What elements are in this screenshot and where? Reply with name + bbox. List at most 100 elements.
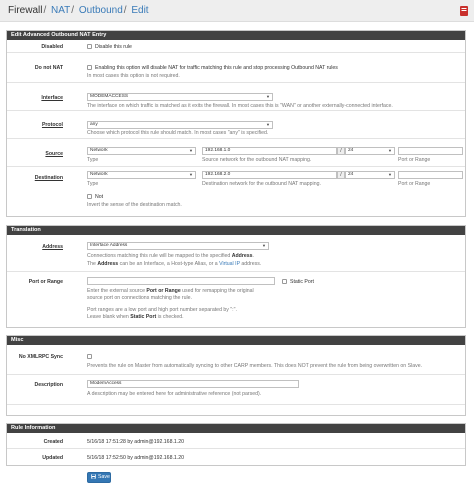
address-hint-2-bold: Address [97, 261, 119, 267]
chevron-down-icon: ▼ [266, 94, 270, 99]
updated-label: Updated [42, 455, 63, 461]
misc-panel-heading: Misc [7, 336, 465, 345]
address-select[interactable]: Interface Address ▼ [87, 242, 269, 250]
interface-row: Interface MODEMACCESS ▼ The interface on … [7, 83, 465, 111]
port-hint-1-bold: Port or Range [146, 288, 181, 294]
donotnat-checkbox[interactable] [87, 65, 92, 70]
breadcrumb-sep: / [71, 5, 75, 16]
protocol-hint: Choose which protocol this rule should m… [87, 130, 269, 136]
destination-label: Destination [34, 175, 63, 181]
description-row: Description ModemAccess A description ma… [7, 375, 465, 405]
destination-address-input[interactable]: 192.168.2.0 [202, 171, 337, 179]
xmlrpc-label: No XMLRPC Sync [18, 354, 63, 360]
disabled-option: Disable this rule [95, 44, 132, 50]
destination-address-hint: Destination network for the outbound NAT… [202, 181, 321, 187]
address-label: Address [42, 244, 63, 250]
source-address-hint: Source network for the outbound NAT mapp… [202, 157, 312, 163]
breadcrumb-sep: / [43, 5, 47, 16]
protocol-label: Protocol [41, 122, 63, 128]
virtual-ip-link[interactable]: Virtual IP [219, 261, 240, 267]
port-hint-1-a: Enter the external source [87, 288, 147, 294]
disabled-checkbox[interactable] [87, 44, 92, 49]
xmlrpc-hint: Prevents the rule on Master from automat… [87, 363, 423, 369]
address-hint-1-text: Connections matching this rule will be m… [87, 253, 232, 259]
destination-port-input[interactable] [398, 171, 463, 179]
donotnat-row: Do not NAT Enabling this option will dis… [7, 53, 465, 83]
translation-panel-heading: Translation [7, 226, 465, 235]
port-hint-4-a: Leave blank when [87, 314, 131, 320]
info-panel: Rule Information Created 5/16/18 17:51:2… [6, 423, 466, 466]
breadcrumb-firewall: Firewall [8, 5, 43, 16]
edit-panel-heading: Edit Advanced Outbound NAT Entry [7, 31, 465, 40]
chevron-down-icon: ▼ [388, 172, 392, 177]
source-type-value: Network [90, 148, 108, 153]
static-port-label: Static Port [290, 279, 314, 285]
destination-type-select[interactable]: Network ▼ [87, 171, 196, 179]
source-port-input[interactable] [398, 147, 463, 155]
destination-row: Destination Network ▼ 192.168.2.0 / 24 ▼ T… [7, 167, 465, 217]
address-hint-2-c: can be an Interface, a Host-type Alias, … [118, 261, 220, 267]
port-row: Port or Range Static Port Enter the exte… [7, 272, 465, 328]
port-hint-3: Port ranges are a low port and high port… [87, 307, 237, 313]
protocol-row: Protocol any ▼ Choose which protocol this… [7, 111, 465, 139]
port-label: Port or Range [28, 279, 63, 285]
disabled-row: Disabled Disable this rule [7, 40, 465, 53]
description-input[interactable]: ModemAccess [87, 380, 299, 388]
interface-hint: The interface on which traffic is matche… [87, 103, 393, 109]
info-panel-heading: Rule Information [7, 424, 465, 433]
port-input[interactable] [87, 277, 275, 285]
donotnat-option: Enabling this option will disable NAT fo… [95, 65, 338, 71]
description-label: Description [34, 382, 63, 388]
port-hint-1: Enter the external source Port or Range … [87, 288, 254, 294]
interface-select[interactable]: MODEMACCESS ▼ [87, 93, 273, 101]
save-label: Save [98, 474, 110, 480]
save-button[interactable]: Save [87, 472, 111, 483]
chevron-down-icon: ▼ [266, 122, 270, 127]
source-slash: / [337, 147, 345, 155]
port-hint-1-c: used for remapping the original [180, 288, 254, 294]
donotnat-hint: In most cases this option is not require… [87, 73, 180, 79]
address-hint-1: Connections matching this rule will be m… [87, 253, 254, 259]
destination-type-hint: Type [87, 181, 99, 187]
updated-row: Updated 5/16/18 17:52:50 by admin@192.16… [7, 449, 465, 465]
address-hint-1-bold: Address [231, 253, 253, 259]
destination-mask-select[interactable]: 24 ▼ [345, 171, 395, 179]
destination-not-label: Not [95, 194, 104, 200]
address-hint-1-end: . [252, 253, 254, 259]
port-hint-4: Leave blank when Static Port is checked. [87, 314, 184, 320]
interface-value: MODEMACCESS [90, 94, 129, 99]
source-mask-select[interactable]: 24 ▼ [345, 147, 395, 155]
xmlrpc-checkbox[interactable] [87, 354, 92, 359]
donotnat-label: Do not NAT [34, 65, 63, 71]
chevron-down-icon: ▼ [262, 243, 266, 248]
description-hint: A description may be entered here for ad… [87, 391, 262, 397]
help-book-icon[interactable] [459, 5, 469, 17]
address-hint-2-a: The [87, 261, 98, 267]
translation-panel: Translation Address Interface Address ▼ C… [6, 225, 466, 328]
source-address-input[interactable]: 192.168.1.0 [202, 147, 337, 155]
destination-not-checkbox[interactable] [87, 194, 92, 199]
misc-panel: Misc No XMLRPC Sync Prevents the rule on… [6, 335, 466, 416]
interface-label: Interface [41, 95, 63, 101]
protocol-select[interactable]: any ▼ [87, 121, 273, 129]
port-hint-4-bold: Static Port [130, 314, 157, 320]
static-port-checkbox[interactable] [282, 279, 287, 284]
breadcrumb-sep: / [123, 5, 127, 16]
page-header: Firewall/ NAT/ Outbound/ Edit [0, 0, 474, 22]
port-hint-2: source port on connections matching the … [87, 295, 192, 301]
source-type-select[interactable]: Network ▼ [87, 147, 196, 155]
source-type-hint: Type [87, 157, 99, 163]
address-row: Address Interface Address ▼ Connections m… [7, 235, 465, 272]
breadcrumb-edit-link[interactable]: Edit [131, 5, 148, 16]
breadcrumb-outbound-link[interactable]: Outbound [79, 5, 123, 16]
address-value: Interface Address [90, 243, 128, 248]
destination-slash: / [337, 171, 345, 179]
save-icon [91, 474, 96, 479]
created-row: Created 5/16/18 17:51:28 by admin@192.16… [7, 433, 465, 449]
breadcrumb: Firewall/ NAT/ Outbound/ Edit [8, 5, 149, 17]
source-mask-value: 24 [348, 148, 354, 153]
breadcrumb-nat-link[interactable]: NAT [51, 5, 70, 16]
port-hint-4-c: is checked. [156, 314, 184, 320]
updated-value: 5/16/18 17:52:50 by admin@192.168.1.20 [87, 455, 184, 461]
address-hint-2: The Address can be an Interface, a Host-… [87, 261, 261, 267]
